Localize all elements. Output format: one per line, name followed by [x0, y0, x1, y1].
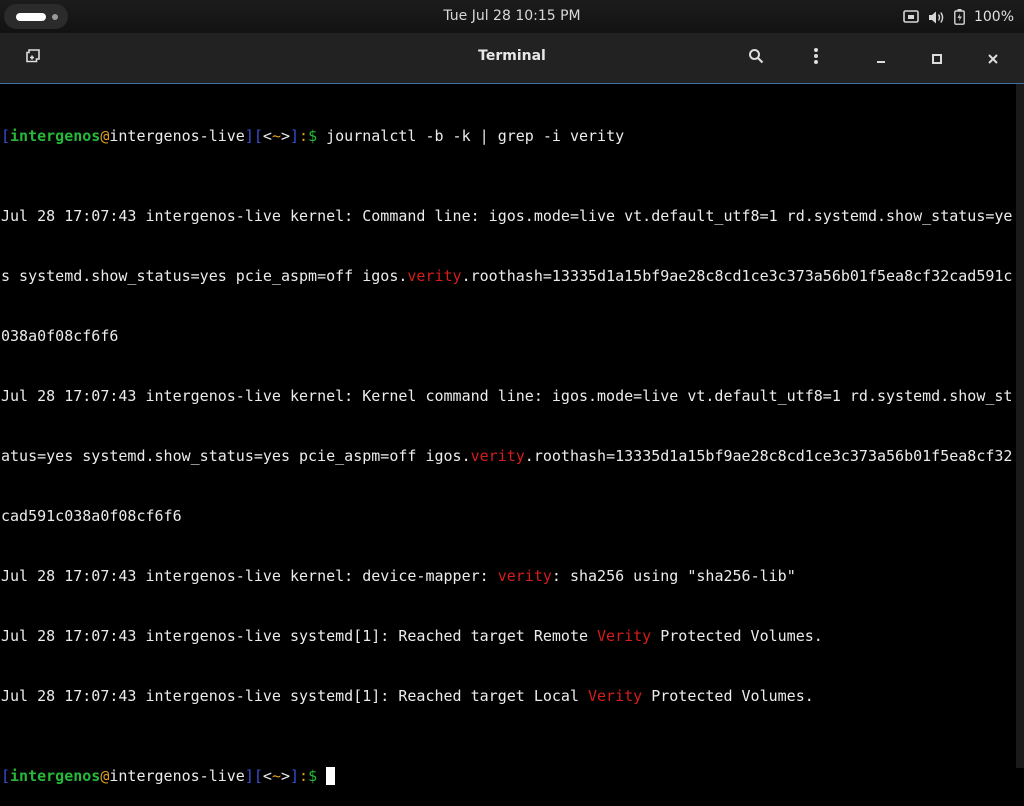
output-line: atus=yes systemd.show_status=yes pcie_as…	[1, 447, 1013, 465]
prompt-dir-open: <	[262, 127, 272, 145]
network-icon	[903, 10, 919, 24]
output-line: Jul 28 17:07:43 intergenos-live systemd[…	[1, 627, 823, 645]
terminal-headerbar: Terminal	[0, 33, 1024, 84]
close-icon	[988, 49, 998, 68]
terminal-output[interactable]: [intergenos@intergenos-live][<~>]:$ jour…	[0, 84, 1016, 785]
prompt-bracket: ]	[290, 767, 300, 785]
volume-icon	[928, 10, 945, 25]
match-highlight: Verity	[588, 687, 643, 705]
maximize-button[interactable]	[923, 45, 951, 71]
search-button[interactable]	[742, 45, 770, 71]
top-bar: Tue Jul 28 10:15 PM 100%	[0, 0, 1024, 33]
prompt-colon: :	[299, 127, 309, 145]
menu-dots-icon	[813, 47, 819, 69]
prompt-host: intergenos-live	[109, 127, 245, 145]
maximize-icon	[932, 49, 942, 68]
output-line: Jul 28 17:07:43 intergenos-live kernel: …	[1, 387, 1013, 405]
match-highlight: verity	[407, 267, 462, 285]
prompt-dir-close: >	[280, 127, 290, 145]
output-line: 038a0f08cf6f6	[1, 327, 119, 345]
output-line: cad591c038a0f08cf6f6	[1, 507, 182, 525]
match-highlight: Verity	[597, 627, 652, 645]
system-tray[interactable]: 100%	[903, 7, 1014, 27]
prompt-line: [intergenos@intergenos-live][<~>]:$	[1, 766, 1016, 786]
output-line: s systemd.show_status=yes pcie_aspm=off …	[1, 267, 1013, 285]
prompt-bracket: ][	[244, 127, 263, 145]
prompt-line: [intergenos@intergenos-live][<~>]:$ jour…	[1, 126, 1016, 146]
close-button[interactable]	[979, 45, 1007, 71]
minimize-button[interactable]	[867, 45, 895, 71]
match-highlight: verity	[470, 447, 525, 465]
prompt-dir: ~	[271, 127, 281, 145]
clock[interactable]: Tue Jul 28 10:15 PM	[0, 8, 1024, 24]
prompt-dir-open: <	[262, 767, 272, 785]
output-line: Jul 28 17:07:43 intergenos-live kernel: …	[1, 567, 796, 585]
scrollbar-track[interactable]	[1016, 84, 1024, 768]
prompt-dollar: $	[308, 127, 318, 145]
prompt-bracket: [	[1, 767, 11, 785]
text-cursor	[326, 767, 336, 785]
battery-percentage: 100%	[973, 9, 1014, 25]
search-icon	[748, 48, 764, 68]
prompt-user: intergenos	[10, 767, 101, 785]
prompt-bracket: ][	[244, 767, 263, 785]
output-line: Jul 28 17:07:43 intergenos-live kernel: …	[1, 207, 1013, 225]
prompt-colon: :	[299, 767, 309, 785]
prompt-at: @	[100, 767, 110, 785]
battery-icon	[954, 9, 965, 25]
prompt-dollar: $	[308, 767, 318, 785]
output-line: Jul 28 17:07:43 intergenos-live systemd[…	[1, 687, 814, 705]
minimize-icon	[876, 49, 886, 68]
prompt-dir: ~	[271, 767, 281, 785]
prompt-user: intergenos	[10, 127, 101, 145]
prompt-bracket: ]	[290, 127, 300, 145]
menu-button[interactable]	[802, 45, 830, 71]
prompt-dir-close: >	[280, 767, 290, 785]
command-text: journalctl -b -k | grep -i verity	[317, 127, 625, 145]
prompt-bracket: [	[1, 127, 11, 145]
prompt-host: intergenos-live	[109, 767, 245, 785]
match-highlight: verity	[497, 567, 552, 585]
